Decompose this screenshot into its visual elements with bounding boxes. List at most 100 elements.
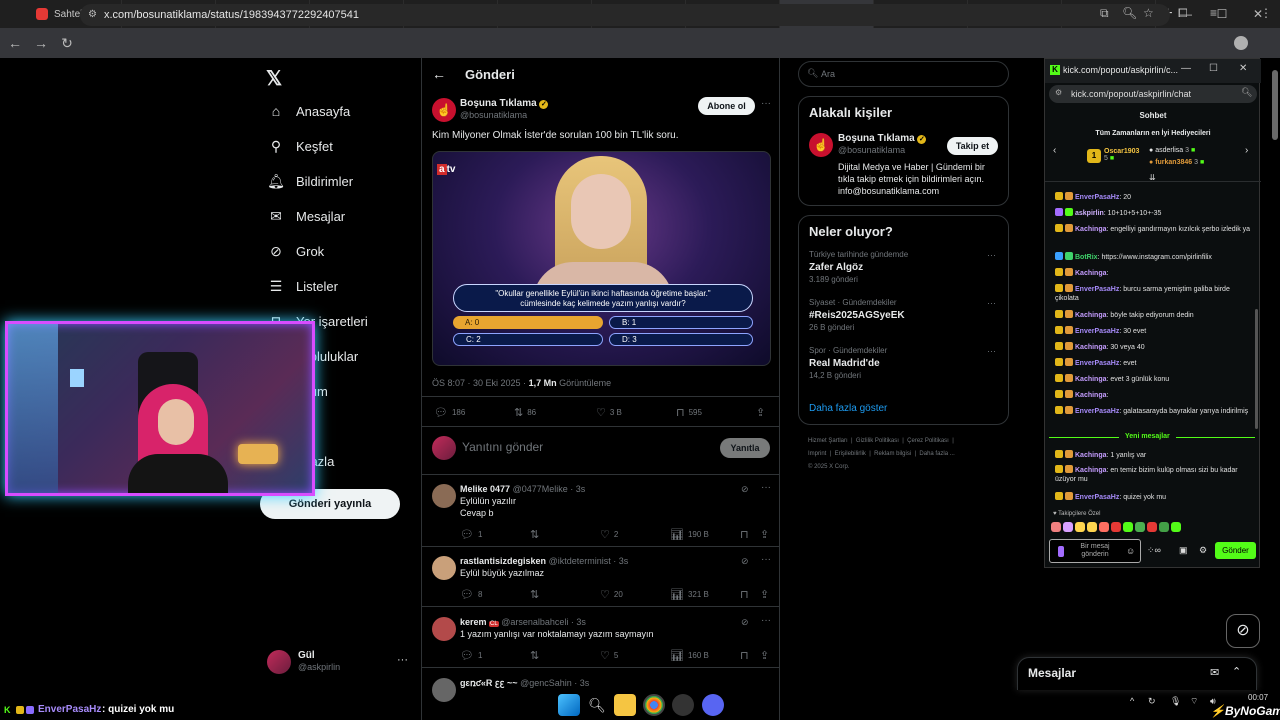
chat-user[interactable]: Kachinga — [1075, 467, 1107, 474]
chat-user[interactable]: Kachinga — [1075, 376, 1107, 383]
messages-drawer[interactable]: Mesajlar ✉ ⌃ — [1017, 657, 1257, 690]
trend-more-icon[interactable]: ··· — [987, 250, 996, 260]
chat-message[interactable]: EnverPasaHz: galatasarayda bayraklar yar… — [1055, 406, 1255, 416]
chat-user[interactable]: Kachinga — [1075, 226, 1107, 233]
chat-message[interactable]: EnverPasaHz: 20 — [1055, 192, 1255, 202]
sidebar-item-grok[interactable]: ⊘ Grok — [268, 239, 324, 263]
reply-bookmark-action[interactable]: ⊓ — [740, 528, 753, 541]
chat-user[interactable]: EnverPasaHz — [1075, 286, 1119, 293]
chat-message[interactable]: EnverPasaHz: 30 evet — [1055, 326, 1255, 336]
reply-bookmark-action[interactable]: ⊓ — [740, 649, 753, 662]
emote-icon[interactable] — [1135, 522, 1145, 532]
chat-user[interactable]: EnverPasaHz — [1075, 328, 1119, 335]
forward-icon[interactable]: → — [28, 30, 54, 56]
footer-link[interactable]: Reklam bilgisi — [874, 451, 911, 457]
post-media[interactable]: aatvtv "Okullar genellikle Eylül'ün ikin… — [432, 151, 771, 366]
grok-explain-icon[interactable]: ⊘ — [741, 617, 749, 628]
reply-author[interactable]: kerem — [460, 617, 487, 627]
reply-bookmark-action[interactable]: ⊓ — [740, 588, 753, 601]
search-input[interactable]: 🔍︎ Ara — [798, 61, 1009, 87]
send-button[interactable]: Gönder — [1215, 542, 1256, 559]
chat-user[interactable]: EnverPasaHz — [1075, 494, 1119, 501]
reply-avatar[interactable] — [432, 484, 456, 508]
footer-link[interactable]: Erişilebilirlik — [835, 451, 866, 457]
sidebar-item-home[interactable]: ⌂ Anasayfa — [268, 99, 350, 123]
reply-more-icon[interactable]: ··· — [761, 482, 771, 493]
zoom-icon[interactable]: 🔍︎ — [1122, 6, 1137, 20]
chat-scrollbar[interactable] — [1255, 309, 1258, 429]
share-action[interactable]: ⇪ — [756, 406, 769, 419]
reply-author[interactable]: Melike 0477 — [460, 484, 510, 494]
chat-user[interactable]: askpirlin — [1075, 210, 1104, 217]
bookmark-action[interactable]: ⊓ 595 — [676, 406, 702, 419]
chat-message[interactable]: Kachinga: — [1055, 390, 1255, 400]
reply-author[interactable]: ɡɛռƈ«R ꜫꜫ ~~ — [460, 678, 518, 688]
chat-user[interactable]: EnverPasaHz — [1075, 194, 1119, 201]
kick-maximize-icon[interactable]: ☐ — [1209, 63, 1218, 74]
chat-message[interactable]: EnverPasaHz: burcu sarma yemiştim galiba… — [1055, 284, 1255, 303]
chat-message[interactable]: Kachinga: böyle takip ediyorum dedin — [1055, 310, 1255, 320]
chat-message[interactable]: Kachinga: 1 yanlış var — [1055, 450, 1255, 460]
reply-repost-action[interactable]: ⇅ — [530, 588, 543, 601]
emoji-icon[interactable]: ☺ — [1126, 546, 1135, 556]
obs-icon[interactable] — [672, 694, 694, 716]
emote-icon[interactable] — [1063, 522, 1073, 532]
emote-icon[interactable] — [1159, 522, 1169, 532]
kick-url-bar[interactable]: ⚙ kick.com/popout/askpirlin/chat 🔍︎ — [1049, 85, 1257, 103]
reply-like-action[interactable]: ♡ 2 — [600, 528, 618, 541]
sidebar-item-bell[interactable]: 🔔︎ Bildirimler — [267, 169, 353, 193]
url-field[interactable]: ⚙ x.com/bosunatiklama/status/19839437722… — [80, 4, 1170, 26]
reply-button[interactable]: Yanıtla — [720, 438, 770, 458]
tab-groups-icon[interactable]: ≡ — [1210, 6, 1217, 20]
discord-icon[interactable] — [702, 694, 724, 716]
chat-user[interactable]: BotRix — [1075, 254, 1098, 261]
chat-message[interactable]: askpirlin: 10+10+5+10+-35 — [1055, 208, 1255, 218]
footer-link[interactable]: Hizmet Şartları — [808, 438, 848, 444]
tray-wifi-icon[interactable]: ⌔ — [1190, 696, 1198, 707]
footer-link[interactable]: Imprint — [808, 451, 826, 457]
chat-users-icon[interactable]: ⁘∞ — [1147, 545, 1161, 556]
collapse-icon[interactable]: ⌃ — [1232, 665, 1241, 678]
reply-reply-action[interactable]: 💬︎ 1 — [460, 528, 482, 541]
reload-icon[interactable]: ↻ — [54, 30, 80, 56]
follow-button[interactable]: Takip et — [947, 137, 998, 155]
page-scrollbar[interactable] — [1272, 70, 1278, 140]
chat-message[interactable]: Kachinga: evet 3 günlük konu — [1055, 374, 1255, 384]
reply-share-action[interactable]: ⇪ — [760, 588, 773, 601]
reply-more-icon[interactable]: ··· — [761, 554, 771, 565]
grok-float-icon[interactable]: ⊘ — [1226, 614, 1260, 648]
file-explorer-icon[interactable] — [614, 694, 636, 716]
reply-input[interactable]: Yanıtını gönder — [462, 440, 543, 454]
clock[interactable]: 00:07 — [1248, 693, 1268, 702]
tray-mic-icon[interactable]: 🎙︎ — [1170, 696, 1181, 707]
reply-reply-action[interactable]: 💬︎ 8 — [460, 588, 482, 601]
footer-link[interactable]: Daha fazla ... — [919, 451, 954, 457]
reply-share-action[interactable]: ⇪ — [760, 528, 773, 541]
chat-input[interactable]: Bir mesaj gönderin ☺ — [1049, 539, 1141, 563]
emote-icon[interactable] — [1075, 522, 1085, 532]
install-app-icon[interactable]: ⧉ — [1100, 6, 1109, 21]
footer-link[interactable]: Çerez Politikası — [907, 438, 949, 444]
sidebar-item-search[interactable]: ⚲ Keşfet — [268, 134, 333, 158]
reply-repost-action[interactable]: ⇅ — [530, 528, 543, 541]
chat-user[interactable]: EnverPasaHz — [1075, 360, 1119, 367]
emote-icon[interactable] — [1147, 522, 1157, 532]
tab-search-button[interactable] — [0, 0, 28, 28]
account-menu-icon[interactable]: ··· — [397, 654, 408, 666]
chat-settings-icon[interactable]: ⚙ — [1199, 545, 1207, 556]
emote-icon[interactable] — [1087, 522, 1097, 532]
chat-message[interactable]: Kachinga: en temiz bizim kulüp olması si… — [1055, 465, 1255, 484]
chat-user[interactable]: Kachinga — [1075, 312, 1107, 319]
chat-message[interactable]: BotRix: https://www.instagram.com/pirlin… — [1055, 252, 1255, 262]
sidebar-item-list[interactable]: ☰ Listeler — [268, 274, 338, 298]
site-info-icon[interactable]: ⚙ — [88, 4, 97, 26]
footer-link[interactable]: Gizlilik Politikası — [856, 438, 899, 444]
chat-user[interactable]: Kachinga — [1075, 392, 1107, 399]
reply-author[interactable]: rastlantisizdegisken — [460, 556, 546, 566]
tray-sync-icon[interactable]: ↻ — [1148, 696, 1156, 707]
chat-user[interactable]: Kachinga — [1075, 270, 1107, 277]
reply-like-action[interactable]: ♡ 5 — [600, 649, 618, 662]
account-avatar[interactable] — [267, 650, 291, 674]
reply-like-action[interactable]: ♡ 20 — [600, 588, 623, 601]
reply-views-action[interactable]: 📊︎ 321 B — [670, 588, 709, 601]
